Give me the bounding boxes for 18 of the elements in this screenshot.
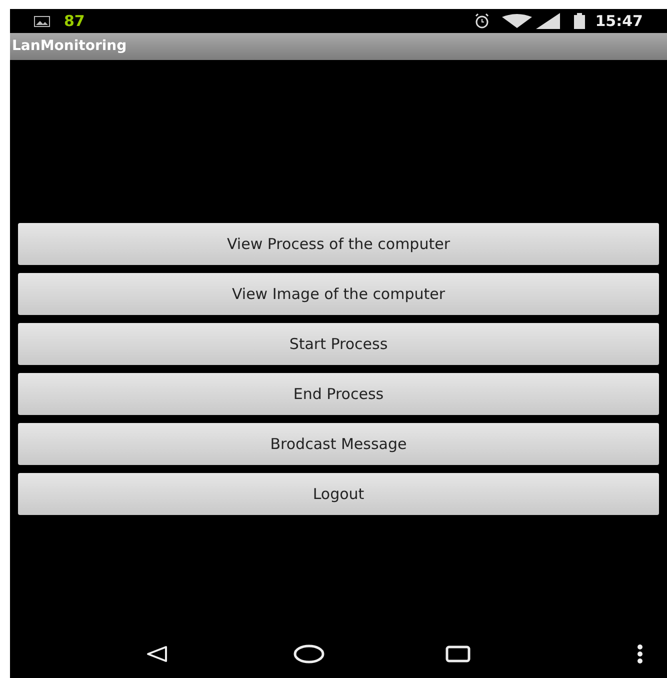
app-title: LanMonitoring: [12, 37, 127, 56]
back-icon[interactable]: [146, 645, 168, 663]
recents-icon[interactable]: [445, 645, 471, 663]
menu-button[interactable]: Logout: [18, 473, 659, 515]
alarm-icon: [474, 13, 490, 29]
menu-button[interactable]: Start Process: [18, 323, 659, 365]
signal-icon: [536, 13, 560, 29]
image-icon: [34, 16, 50, 26]
menu-button[interactable]: Brodcast Message: [18, 423, 659, 465]
notification-count: 87: [64, 10, 85, 32]
wifi-icon: [502, 14, 532, 28]
battery-icon: [574, 13, 586, 29]
more-icon[interactable]: [637, 644, 643, 664]
menu-button[interactable]: View Image of the computer: [18, 273, 659, 315]
menu-button[interactable]: End Process: [18, 373, 659, 415]
clock-time: 15:47: [595, 10, 643, 32]
menu-button[interactable]: View Process of the computer: [18, 223, 659, 265]
home-icon[interactable]: [293, 644, 325, 664]
